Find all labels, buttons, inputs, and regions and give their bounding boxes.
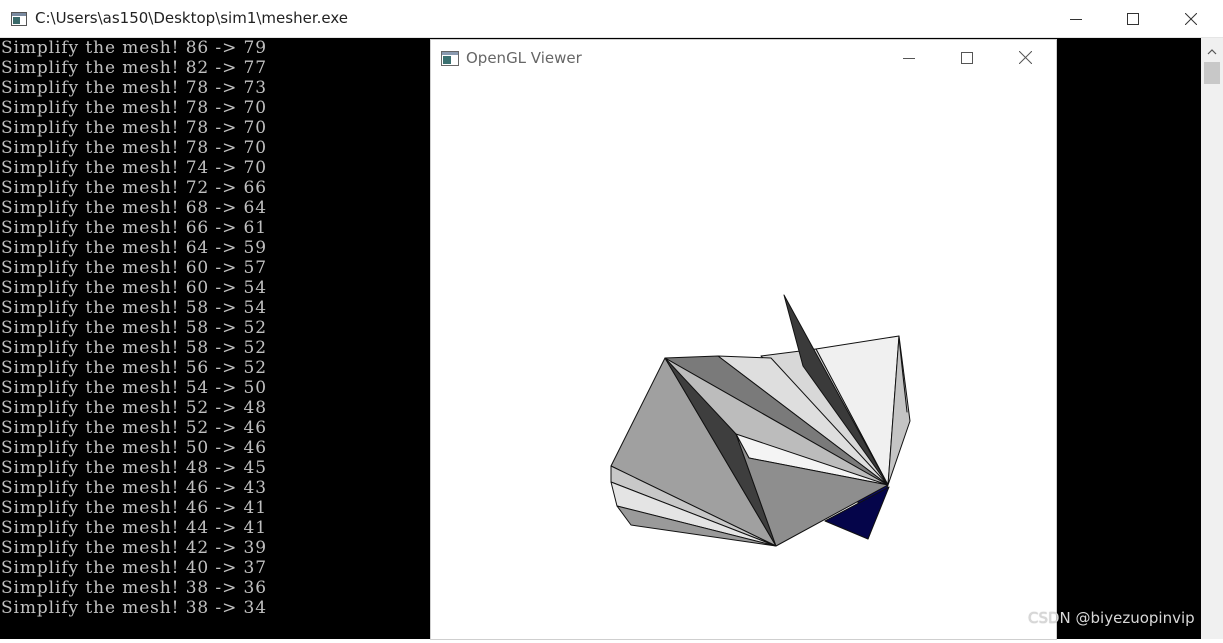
opengl-viewer-window: OpenGL Viewer [431, 40, 1056, 639]
console-line: Simplify the mesh! 78 -> 73 [1, 78, 267, 98]
minimize-icon [1070, 10, 1082, 29]
console-app-icon [11, 11, 27, 26]
console-line: Simplify the mesh! 54 -> 50 [1, 378, 267, 398]
console-line: Simplify the mesh! 86 -> 79 [1, 38, 267, 58]
scroll-up-button[interactable] [1201, 38, 1223, 60]
console-line: Simplify the mesh! 52 -> 48 [1, 398, 267, 418]
viewer-window-title: OpenGL Viewer [466, 49, 582, 67]
console-line: Simplify the mesh! 52 -> 46 [1, 418, 267, 438]
console-line: Simplify the mesh! 64 -> 59 [1, 238, 267, 258]
console-line: Simplify the mesh! 46 -> 41 [1, 498, 267, 518]
console-line: Simplify the mesh! 58 -> 52 [1, 318, 267, 338]
console-window-title: C:\Users\as150\Desktop\sim1\mesher.exe [35, 9, 348, 27]
minimize-icon [903, 49, 915, 68]
console-line: Simplify the mesh! 48 -> 45 [1, 458, 267, 478]
console-line: Simplify the mesh! 74 -> 70 [1, 158, 267, 178]
console-close-button[interactable] [1162, 0, 1220, 38]
console-line: Simplify the mesh! 68 -> 64 [1, 198, 267, 218]
console-line: Simplify the mesh! 58 -> 52 [1, 338, 267, 358]
close-icon [1018, 49, 1032, 68]
console-line: Simplify the mesh! 82 -> 77 [1, 58, 267, 78]
console-line: Simplify the mesh! 58 -> 54 [1, 298, 267, 318]
console-maximize-button[interactable] [1104, 0, 1162, 38]
opengl-render-area[interactable] [431, 76, 1056, 639]
console-line: Simplify the mesh! 38 -> 34 [1, 598, 267, 618]
viewer-close-button[interactable] [996, 40, 1054, 76]
console-line: Simplify the mesh! 66 -> 61 [1, 218, 267, 238]
viewer-maximize-button[interactable] [938, 40, 996, 76]
console-line: Simplify the mesh! 46 -> 43 [1, 478, 267, 498]
console-line: Simplify the mesh! 50 -> 46 [1, 438, 267, 458]
console-titlebar[interactable]: C:\Users\as150\Desktop\sim1\mesher.exe [0, 0, 1223, 38]
console-line: Simplify the mesh! 56 -> 52 [1, 358, 267, 378]
mesh-render [610, 294, 911, 547]
csdn-watermark: CSDN @biyezuopinvip [1028, 609, 1195, 627]
console-line: Simplify the mesh! 78 -> 70 [1, 118, 267, 138]
viewer-titlebar[interactable]: OpenGL Viewer [431, 40, 1056, 76]
console-line: Simplify the mesh! 60 -> 54 [1, 278, 267, 298]
console-line: Simplify the mesh! 60 -> 57 [1, 258, 267, 278]
console-line: Simplify the mesh! 40 -> 37 [1, 558, 267, 578]
scroll-thumb[interactable] [1204, 62, 1220, 84]
maximize-icon [961, 49, 973, 68]
console-line: Simplify the mesh! 44 -> 41 [1, 518, 267, 538]
console-line: Simplify the mesh! 78 -> 70 [1, 138, 267, 158]
viewer-app-icon [441, 51, 459, 66]
scroll-up-arrow-icon [1207, 40, 1217, 59]
console-output-lines: Simplify the mesh! 86 -> 79 Simplify the … [1, 38, 267, 618]
console-line: Simplify the mesh! 72 -> 66 [1, 178, 267, 198]
maximize-icon [1127, 10, 1139, 29]
console-line: Simplify the mesh! 38 -> 36 [1, 578, 267, 598]
console-minimize-button[interactable] [1047, 0, 1105, 38]
console-vertical-scrollbar[interactable] [1201, 38, 1223, 639]
close-icon [1184, 10, 1198, 29]
console-line: Simplify the mesh! 42 -> 39 [1, 538, 267, 558]
console-line: Simplify the mesh! 78 -> 70 [1, 98, 267, 118]
viewer-minimize-button[interactable] [880, 40, 938, 76]
